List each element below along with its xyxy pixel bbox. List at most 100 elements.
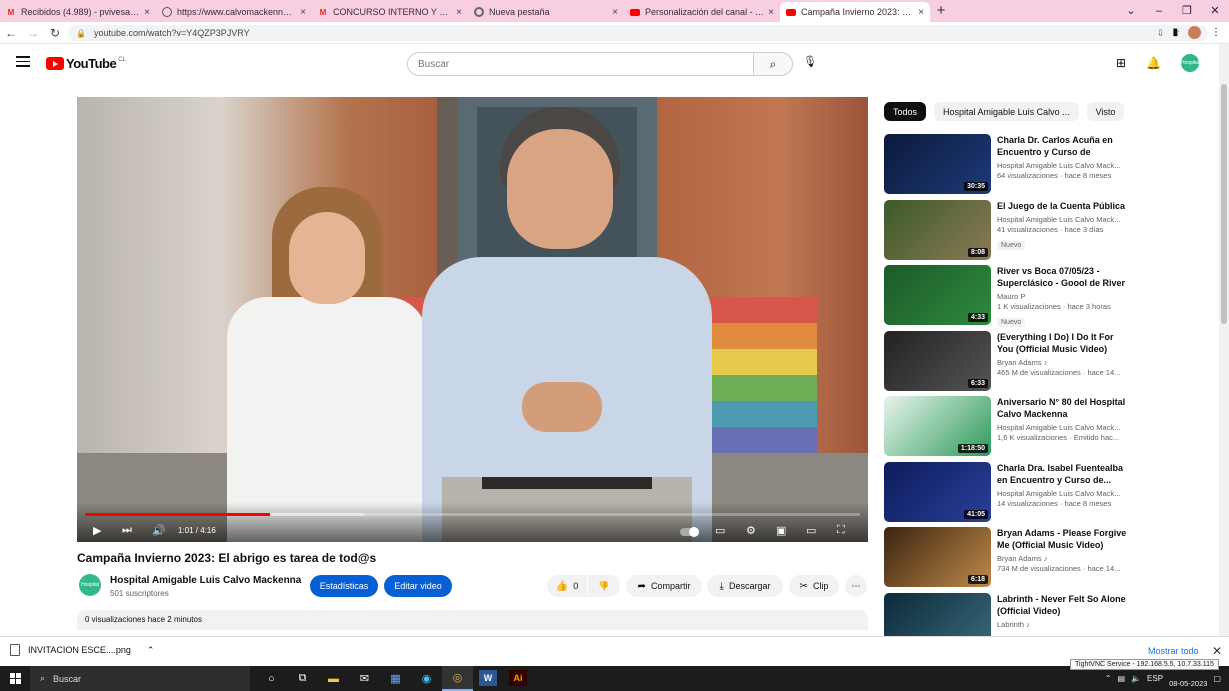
chip-channel[interactable]: Hospital Amigable Luis Calvo ... — [934, 102, 1079, 121]
recommendation-card[interactable]: 1:18:50 Aniversario N° 80 del Hospital Ca… — [884, 396, 1219, 458]
play-icon[interactable]: ▶ — [93, 524, 101, 537]
recommendation-card[interactable]: 4:33 River vs Boca 07/05/23 - Superclásic… — [884, 265, 1219, 327]
task-view-icon[interactable]: ⧉ — [287, 666, 318, 691]
recommendation-card[interactable]: 8:08 El Juego de la Cuenta Pública Hospita… — [884, 199, 1219, 262]
fullscreen-icon[interactable]: ⛶ — [837, 524, 845, 537]
settings-gear-icon[interactable]: ⚙ — [746, 524, 756, 537]
search-button[interactable]: ⌕ — [753, 52, 793, 76]
recommendation-title[interactable]: Labrinth - Never Felt So Alone (Official… — [997, 593, 1132, 617]
channel-avatar[interactable]: Hospital — [79, 574, 101, 596]
recommendation-title[interactable]: Charla Dra. Isabel Fuentealba en Encuent… — [997, 462, 1132, 486]
description-box[interactable]: 0 visualizaciones hace 2 minutos — [77, 610, 868, 630]
menu-kebab-icon[interactable]: ⋮ — [1211, 27, 1221, 38]
recommendation-title[interactable]: River vs Boca 07/05/23 - Superclásico - … — [997, 265, 1132, 289]
progress-bar[interactable] — [85, 513, 860, 516]
close-icon[interactable]: × — [918, 7, 924, 18]
sidepanel-icon[interactable]: ▮ — [1172, 27, 1178, 38]
guide-menu-icon[interactable] — [16, 56, 30, 67]
dislike-button[interactable]: 👎 — [588, 575, 620, 597]
like-button[interactable]: 👍 0 — [547, 575, 587, 597]
next-icon[interactable]: ⏭ — [122, 524, 132, 537]
close-icon[interactable]: × — [456, 7, 462, 18]
video-thumbnail[interactable]: 4:33 — [884, 265, 991, 325]
recommendation-channel[interactable]: Hospital Amigable Luis Calvo Mack... — [997, 215, 1132, 224]
webex-icon[interactable]: ◉ — [411, 666, 442, 691]
recommendation-card[interactable]: 6:18 Bryan Adams - Please Forgive Me (Off… — [884, 527, 1219, 589]
recommendation-channel[interactable]: Hospital Amigable Luis Calvo Mack... — [997, 423, 1132, 432]
recommendation-title[interactable]: El Juego de la Cuenta Pública — [997, 200, 1132, 212]
scrollbar-thumb[interactable] — [1221, 84, 1227, 324]
recommendation-title[interactable]: Charla Dr. Carlos Acuña en Encuentro y C… — [997, 134, 1132, 158]
recommendation-title[interactable]: (Everything I Do) I Do It For You (Offic… — [997, 331, 1132, 355]
edit-video-button[interactable]: Editar video — [384, 575, 452, 597]
speaker-icon[interactable]: 🔈 — [1131, 674, 1141, 683]
video-thumbnail[interactable]: 8:08 — [884, 199, 991, 260]
recommendation-channel[interactable]: Hospital Amigable Luis Calvo Mack... — [997, 489, 1132, 498]
close-icon[interactable]: × — [612, 7, 618, 18]
recommendation-title[interactable]: Aniversario N° 80 del Hospital Calvo Mac… — [997, 396, 1132, 420]
volume-icon[interactable]: 🔊 — [152, 524, 166, 537]
tab-search-icon[interactable]: ⌄ — [1117, 0, 1145, 22]
close-icon[interactable]: × — [300, 7, 306, 18]
cortana-icon[interactable]: ○ — [256, 666, 287, 691]
youtube-logo[interactable]: YouTube CL — [46, 56, 126, 71]
recommendation-title[interactable]: Bryan Adams - Please Forgive Me (Officia… — [997, 527, 1132, 551]
file-explorer-icon[interactable]: ▬ — [318, 666, 349, 691]
recommendation-card[interactable]: 41:05 Charla Dra. Isabel Fuentealba en En… — [884, 461, 1219, 524]
recommendation-channel[interactable]: Bryan Adams ♪ — [997, 358, 1132, 367]
video-player[interactable]: ▶ ⏭ 🔊 1:01 / 4:16 ▭ ⚙ ▣ ▭ ⛶ — [77, 97, 868, 542]
clock[interactable]: 08-05-2023 — [1169, 669, 1207, 689]
channel-name[interactable]: Hospital Amigable Luis Calvo Mackenna — [110, 575, 301, 586]
share-button[interactable]: ➦ Compartir — [626, 575, 702, 597]
chip-todos[interactable]: Todos — [884, 102, 927, 121]
video-thumbnail[interactable]: 6:33 — [884, 330, 991, 391]
recommendation-card[interactable]: 6:33 (Everything I Do) I Do It For You (O… — [884, 330, 1219, 393]
download-item[interactable]: INVITACION ESCE....png ⌃ — [10, 644, 154, 656]
taskbar-search[interactable]: ⌕ Buscar — [30, 666, 250, 691]
video-thumbnail[interactable]: 30:35 — [884, 134, 991, 194]
browser-tab[interactable]: M CONCURSO INTERNO Y EXTERNO × — [312, 2, 468, 22]
download-button[interactable]: ⤓ Descargar — [707, 575, 783, 597]
tray-chevron-icon[interactable]: ⌃ — [1105, 674, 1112, 683]
chevron-up-icon[interactable]: ⌃ — [147, 645, 155, 656]
restore-icon[interactable]: ❐ — [1173, 0, 1201, 22]
back-icon[interactable]: ← — [0, 26, 22, 40]
store-icon[interactable]: ▦ — [380, 666, 411, 691]
close-window-icon[interactable]: ✕ — [1201, 0, 1229, 22]
video-thumbnail[interactable]: 1:18:50 — [884, 396, 991, 456]
minimize-icon[interactable]: – — [1145, 0, 1173, 22]
notifications-bell-icon[interactable]: 🔔 — [1146, 56, 1161, 70]
browser-tab[interactable]: M Recibidos (4.989) - pvivesa@gmail.com … — [0, 2, 156, 22]
more-actions-button[interactable]: ⋯ — [845, 575, 867, 597]
close-icon[interactable]: × — [768, 7, 774, 18]
clip-button[interactable]: ✂ Clip — [789, 575, 839, 597]
url-field[interactable]: 🔒 youtube.com/watch?v=Y4QZP3PJVRY ⇩ ⇪ ☆ — [68, 25, 1208, 41]
subtitles-icon[interactable]: ▭ — [715, 524, 725, 537]
stats-button[interactable]: Estadísticas — [310, 575, 378, 597]
search-input[interactable] — [407, 52, 753, 76]
recommendation-channel[interactable]: Labrinth ♪ — [997, 620, 1132, 629]
close-download-bar-icon[interactable]: ✕ — [1212, 644, 1222, 658]
theater-mode-icon[interactable]: ▭ — [806, 524, 816, 537]
show-all-downloads-link[interactable]: Mostrar todo — [1148, 646, 1199, 656]
language-indicator[interactable]: ESP — [1147, 674, 1163, 683]
word-icon[interactable]: W — [479, 670, 497, 686]
browser-tab[interactable]: https://www.calvomackenna.cl/ × — [156, 2, 312, 22]
reload-icon[interactable]: ↻ — [44, 26, 66, 40]
video-thumbnail[interactable]: 6:18 — [884, 527, 991, 587]
video-thumbnail[interactable]: 41:05 — [884, 461, 991, 522]
network-icon[interactable]: ▤ — [1118, 674, 1126, 683]
account-avatar[interactable]: Hospital — [1181, 54, 1199, 72]
install-icon[interactable]: ⇩ — [1157, 28, 1165, 39]
recommendation-channel[interactable]: Hospital Amigable Luis Calvo Mack... — [997, 161, 1132, 170]
illustrator-icon[interactable]: Ai — [509, 670, 527, 686]
microphone-icon[interactable]: 🎙 — [803, 55, 817, 68]
chrome-taskbar-icon[interactable]: ◎ — [442, 666, 473, 691]
browser-tab-active[interactable]: Campaña Invierno 2023: El abrigo × — [780, 2, 930, 22]
chip-visto[interactable]: Visto — [1086, 102, 1125, 121]
recommendation-card[interactable]: 30:35 Charla Dr. Carlos Acuña en Encuentr… — [884, 134, 1219, 196]
forward-icon[interactable]: → — [22, 26, 44, 40]
create-video-icon[interactable]: ⊞ — [1116, 56, 1126, 70]
page-scrollbar[interactable] — [1219, 44, 1229, 636]
profile-avatar[interactable] — [1188, 26, 1201, 39]
